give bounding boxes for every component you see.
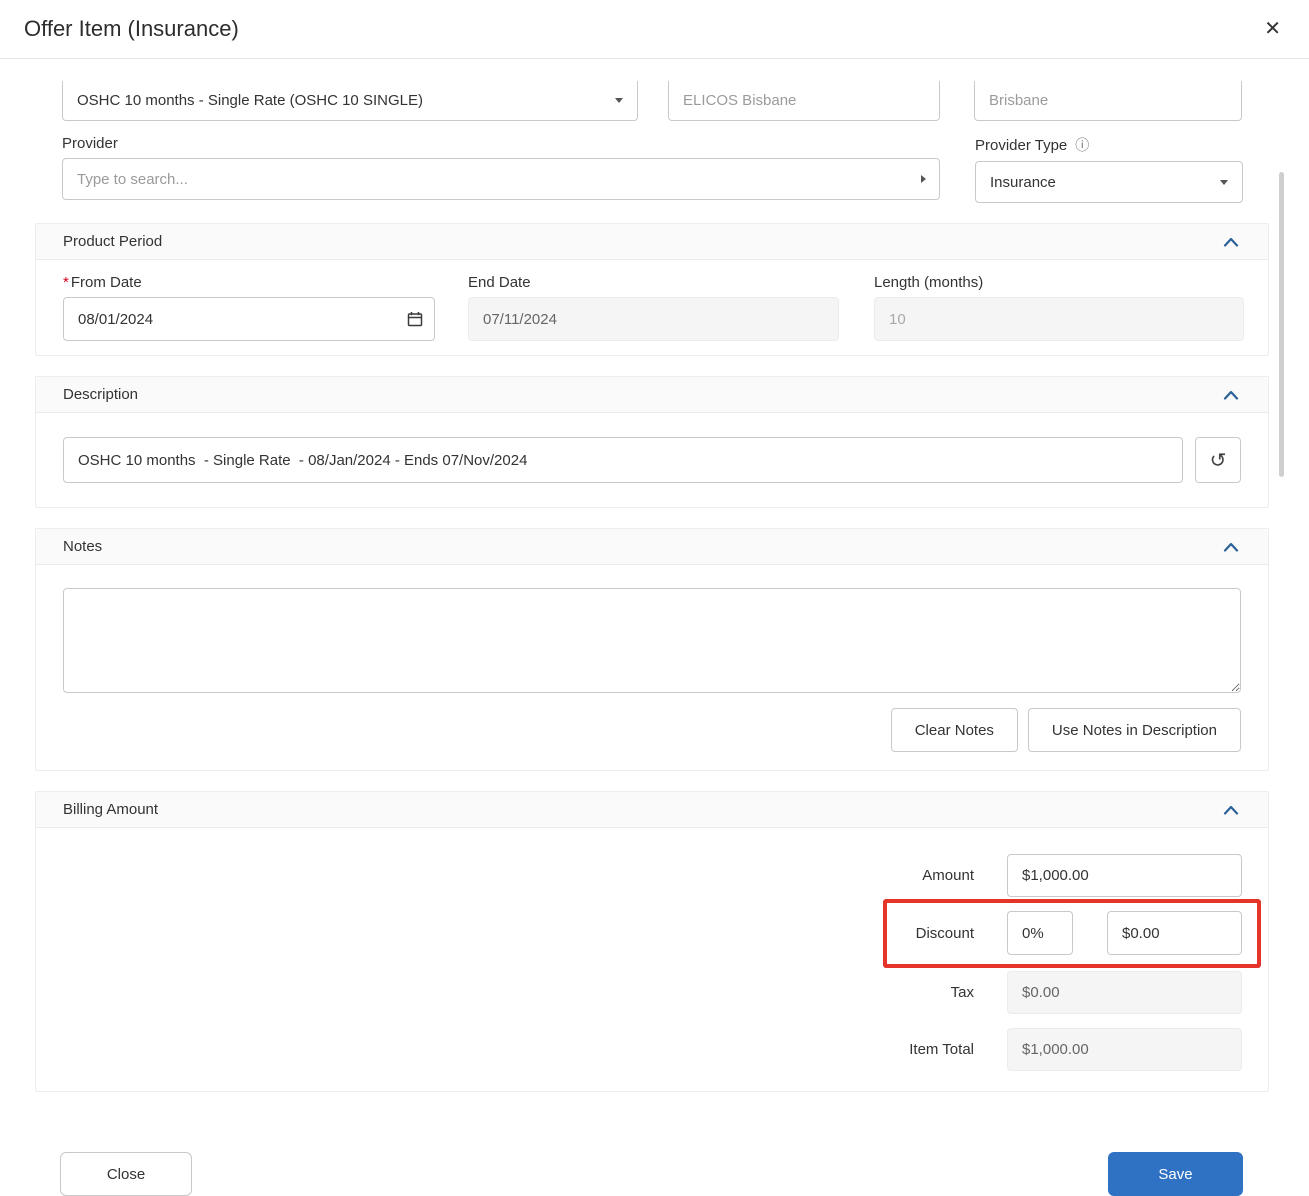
info-icon[interactable]: ⓘ bbox=[1075, 135, 1089, 155]
section-product-period: Product Period * From Date bbox=[35, 223, 1269, 356]
tax-label: Tax bbox=[951, 984, 974, 1001]
product-period-title: Product Period bbox=[63, 233, 162, 250]
provider-label: Provider bbox=[62, 135, 940, 152]
description-title: Description bbox=[63, 386, 138, 403]
collapse-chevron-icon[interactable] bbox=[1221, 540, 1241, 554]
length-months-input bbox=[874, 297, 1244, 341]
section-billing-amount: Billing Amount Amount Discount Tax bbox=[35, 791, 1269, 1092]
end-date-label: End Date bbox=[468, 274, 839, 291]
modal-body: OSHC 10 months - Single Rate (OSHC 10 SI… bbox=[0, 59, 1309, 1196]
course-field: ELICOS Bisbane bbox=[668, 81, 940, 121]
collapse-chevron-icon[interactable] bbox=[1221, 388, 1241, 402]
notes-header: Notes bbox=[36, 529, 1268, 565]
notes-title: Notes bbox=[63, 538, 102, 555]
campus-field: Brisbane bbox=[974, 81, 1242, 121]
tax-input bbox=[1007, 971, 1242, 1014]
discount-percent-input[interactable] bbox=[1007, 911, 1073, 955]
campus-field-value: Brisbane bbox=[989, 92, 1048, 109]
description-content: ↺ bbox=[36, 413, 1268, 507]
restore-description-icon[interactable]: ↺ bbox=[1195, 437, 1241, 483]
top-field-row: OSHC 10 months - Single Rate (OSHC 10 SI… bbox=[62, 81, 1243, 121]
offer-item-modal: Offer Item (Insurance) ✕ OSHC 10 months … bbox=[0, 0, 1309, 1196]
chevron-right-icon[interactable] bbox=[921, 175, 926, 183]
close-button[interactable]: Close bbox=[60, 1152, 192, 1196]
calendar-icon[interactable] bbox=[407, 311, 423, 332]
provider-type-select[interactable]: Insurance bbox=[975, 161, 1243, 203]
clear-notes-button[interactable]: Clear Notes bbox=[891, 708, 1018, 752]
close-icon[interactable]: ✕ bbox=[1264, 19, 1281, 39]
discount-amount-input[interactable] bbox=[1107, 911, 1242, 955]
tax-row: Tax bbox=[36, 971, 1268, 1014]
chevron-down-icon bbox=[615, 98, 623, 103]
chevron-down-icon bbox=[1220, 180, 1228, 185]
amount-input[interactable] bbox=[1007, 854, 1242, 897]
amount-label: Amount bbox=[922, 867, 974, 884]
required-asterisk: * bbox=[63, 274, 69, 291]
provider-type-value: Insurance bbox=[990, 174, 1056, 191]
product-period-header: Product Period bbox=[36, 224, 1268, 260]
provider-search-input[interactable] bbox=[62, 158, 940, 200]
amount-row: Amount bbox=[36, 854, 1268, 897]
notes-content: Clear Notes Use Notes in Description bbox=[36, 565, 1268, 770]
section-notes: Notes Clear Notes Use Notes in Descripti… bbox=[35, 528, 1269, 771]
item-total-row: Item Total bbox=[36, 1028, 1268, 1071]
modal-header: Offer Item (Insurance) ✕ bbox=[0, 0, 1309, 59]
from-date-input[interactable] bbox=[63, 297, 435, 341]
product-select[interactable]: OSHC 10 months - Single Rate (OSHC 10 SI… bbox=[62, 81, 638, 121]
use-notes-in-description-button[interactable]: Use Notes in Description bbox=[1028, 708, 1241, 752]
product-select-value: OSHC 10 months - Single Rate (OSHC 10 SI… bbox=[77, 92, 423, 109]
scrollbar[interactable] bbox=[1279, 172, 1284, 477]
item-total-label: Item Total bbox=[909, 1041, 974, 1058]
modal-footer: Close Save bbox=[35, 1152, 1269, 1196]
discount-label: Discount bbox=[916, 925, 974, 942]
length-months-label: Length (months) bbox=[874, 274, 1244, 291]
product-period-content: * From Date End Date Length (month bbox=[36, 260, 1268, 355]
billing-header: Billing Amount bbox=[36, 792, 1268, 828]
course-field-value: ELICOS Bisbane bbox=[683, 92, 796, 109]
billing-title: Billing Amount bbox=[63, 801, 158, 818]
description-header: Description bbox=[36, 377, 1268, 413]
save-button[interactable]: Save bbox=[1108, 1152, 1243, 1196]
notes-buttons: Clear Notes Use Notes in Description bbox=[63, 708, 1241, 752]
end-date-input bbox=[468, 297, 839, 341]
provider-type-label: Provider Type ⓘ bbox=[975, 135, 1243, 155]
notes-textarea[interactable] bbox=[63, 588, 1241, 693]
description-input[interactable] bbox=[63, 437, 1183, 483]
section-description: Description ↺ bbox=[35, 376, 1269, 508]
collapse-chevron-icon[interactable] bbox=[1221, 235, 1241, 249]
billing-content: Amount Discount Tax Item Total bbox=[36, 828, 1268, 1091]
from-date-label: * From Date bbox=[63, 274, 435, 291]
provider-row: Provider Provider Type ⓘ Insurance bbox=[62, 135, 1243, 203]
collapse-chevron-icon[interactable] bbox=[1221, 803, 1241, 817]
item-total-input bbox=[1007, 1028, 1242, 1071]
discount-row: Discount bbox=[36, 911, 1268, 955]
page-title: Offer Item (Insurance) bbox=[24, 16, 239, 42]
